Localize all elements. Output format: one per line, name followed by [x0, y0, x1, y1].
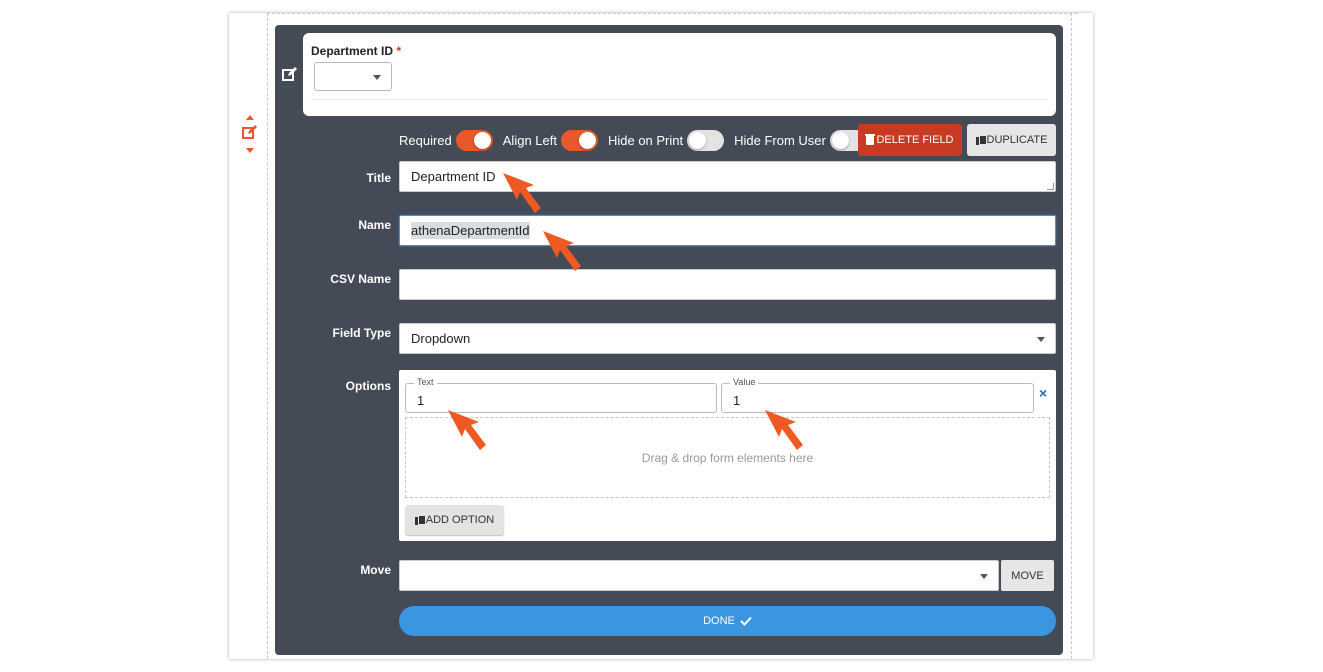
- move-up-icon[interactable]: [246, 115, 254, 120]
- checkmark-icon: [740, 616, 752, 626]
- move-label: Move: [360, 563, 391, 577]
- toggle-label-required: Required: [399, 132, 452, 148]
- field-type-label: Field Type: [332, 326, 391, 340]
- toggle-hide-on-print[interactable]: [687, 129, 725, 151]
- canvas-guide-left: [267, 13, 268, 659]
- move-button[interactable]: MOVE: [1001, 560, 1054, 591]
- form-builder-canvas: Department ID * Required Align Left Hide…: [229, 13, 1093, 659]
- pointer-arrow-icon: [448, 410, 486, 450]
- pointer-arrow-icon: [543, 231, 581, 271]
- remove-option-icon[interactable]: ×: [1039, 385, 1047, 401]
- options-dropzone[interactable]: Drag & drop form elements here: [405, 417, 1050, 498]
- toggle-required[interactable]: [455, 129, 493, 151]
- field-editor-panel: Department ID * Required Align Left Hide…: [275, 25, 1063, 655]
- title-label: Title: [366, 171, 391, 185]
- add-option-label: ADD OPTION: [425, 514, 495, 526]
- canvas-guide-right: [1071, 13, 1072, 659]
- move-select[interactable]: [399, 560, 999, 591]
- preview-divider: [311, 99, 1048, 100]
- toggle-knob: [831, 131, 849, 149]
- canvas-guide-top: [267, 13, 1077, 14]
- field-preview-card: Department ID *: [303, 33, 1056, 116]
- trash-icon: [865, 133, 876, 145]
- field-toggles: Required Align Left Hide on Print Hide F…: [399, 124, 867, 156]
- option-value-value: 1: [733, 393, 741, 408]
- option-text-legend: Text: [414, 377, 437, 387]
- toggle-knob: [473, 131, 491, 149]
- toggle-label-hide-from-user: Hide From User: [734, 132, 826, 148]
- toggle-align-left[interactable]: [560, 129, 598, 151]
- resize-handle-icon[interactable]: [1047, 183, 1054, 190]
- done-button[interactable]: DONE: [399, 606, 1056, 636]
- toggle-label-align-left: Align Left: [502, 132, 557, 148]
- csv-name-label: CSV Name: [330, 272, 391, 286]
- chevron-down-icon: [980, 574, 988, 579]
- preview-dropdown[interactable]: [314, 62, 392, 91]
- move-button-label: MOVE: [1011, 569, 1044, 582]
- add-option-button[interactable]: ADD OPTION: [405, 505, 504, 535]
- move-down-icon[interactable]: [246, 148, 254, 153]
- name-label: Name: [358, 218, 391, 232]
- title-input-value: Department ID: [411, 169, 496, 184]
- delete-field-label: DELETE FIELD: [876, 134, 954, 146]
- chevron-down-icon: [373, 75, 381, 80]
- duplicate-button[interactable]: DUPLICATE: [967, 124, 1056, 156]
- pointer-arrow-icon: [765, 410, 803, 450]
- pointer-arrow-icon: [503, 173, 541, 213]
- option-text-value: 1: [417, 393, 425, 408]
- options-label: Options: [345, 379, 391, 393]
- chevron-down-icon: [1037, 337, 1045, 342]
- field-type-select[interactable]: Dropdown: [399, 323, 1056, 354]
- edit-field-icon[interactable]: [242, 125, 258, 144]
- required-asterisk: *: [396, 44, 402, 58]
- copy-icon: [975, 135, 987, 145]
- preview-field-label: Department ID *: [311, 44, 401, 58]
- duplicate-label: DUPLICATE: [986, 134, 1048, 146]
- done-button-label: DONE: [703, 615, 735, 627]
- copy-icon: [414, 515, 426, 525]
- csv-name-input[interactable]: [399, 269, 1056, 300]
- preview-edit-icon[interactable]: [282, 67, 298, 86]
- preview-label-text: Department ID: [311, 44, 394, 58]
- toggle-knob: [578, 131, 596, 149]
- toggle-label-hide-on-print: Hide on Print: [607, 132, 684, 148]
- delete-field-button[interactable]: DELETE FIELD: [858, 124, 962, 156]
- toggle-knob: [689, 131, 707, 149]
- field-side-tools: [242, 115, 258, 153]
- field-type-value: Dropdown: [411, 331, 471, 346]
- option-value-legend: Value: [730, 377, 759, 387]
